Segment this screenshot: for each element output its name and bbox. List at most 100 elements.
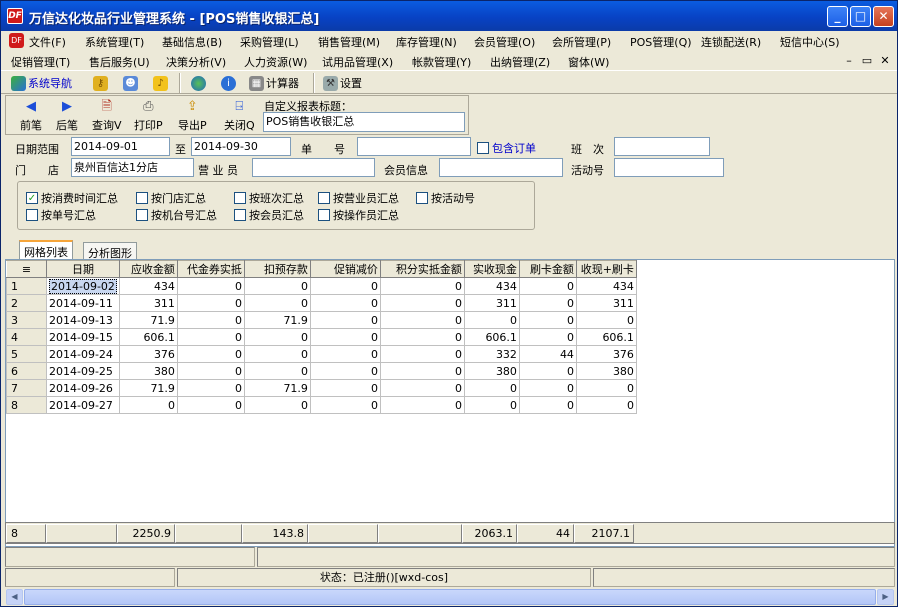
- group-option-checkbox[interactable]: 按机台号汇总: [136, 207, 217, 223]
- query-button[interactable]: 🗎 查询V: [92, 99, 122, 133]
- minimize-button[interactable]: _: [827, 6, 848, 27]
- horizontal-scrollbar[interactable]: ◀ ▶: [5, 588, 895, 605]
- menu-pos[interactable]: POS管理(Q): [630, 34, 692, 50]
- table-row[interactable]: 5 2014-09-24 376 0 0 0 0 332 44 376: [6, 345, 637, 363]
- menu-hr[interactable]: 人力资源(W): [244, 54, 307, 70]
- menu-basic-info[interactable]: 基础信息(B): [162, 34, 222, 50]
- close-window-button[interactable]: ✕: [873, 6, 894, 27]
- next-button[interactable]: ▶ 后笔: [56, 99, 78, 133]
- activity-input[interactable]: [614, 158, 724, 177]
- data-grid[interactable]: ≡ 日期 应收金额 代金券实抵 扣预存款 促销减价 积分实抵金额 实收现金 刷卡金额 收现+刷卡 1…: [5, 259, 895, 547]
- row-number: 6: [6, 362, 47, 380]
- menu-window[interactable]: 窗体(W): [568, 54, 609, 70]
- grid-corner-icon[interactable]: ≡: [6, 260, 47, 278]
- total-cash-card: 2107.1: [574, 524, 634, 543]
- menu-file[interactable]: 文件(F): [29, 34, 66, 50]
- prev-button[interactable]: ◀ 前笔: [20, 99, 42, 133]
- mdi-doc-icon[interactable]: DF: [9, 33, 24, 48]
- print-button[interactable]: ⎙ 打印P: [134, 99, 163, 133]
- globe-tool[interactable]: [191, 75, 206, 91]
- table-row[interactable]: 1 2014-09-02 434 0 0 0 0 434 0 434: [6, 277, 637, 295]
- checkbox-box: [318, 209, 330, 221]
- selected-cell[interactable]: 2014-09-02: [49, 278, 117, 294]
- member-input[interactable]: [439, 158, 563, 177]
- menu-sms[interactable]: 短信中心(S): [780, 34, 840, 50]
- table-cell: 311: [118, 294, 178, 312]
- export-button[interactable]: ⇪ 导出P: [178, 99, 207, 133]
- tab-analysis-chart[interactable]: 分析图形: [83, 242, 137, 260]
- title-bar[interactable]: DF 万信达化妆品行业管理系统 - [POS销售收银汇总] _ □ ✕: [1, 1, 897, 31]
- settings-tool[interactable]: ⚒ 设置: [323, 75, 362, 91]
- group-option-checkbox[interactable]: 按营业员汇总: [318, 190, 399, 206]
- table-cell: 0: [309, 379, 381, 397]
- menu-sales[interactable]: 销售管理(M): [318, 34, 380, 50]
- table-row[interactable]: 6 2014-09-25 380 0 0 0 0 380 0 380: [6, 362, 637, 380]
- column-header[interactable]: 积分实抵金额: [379, 260, 465, 278]
- salesperson-input[interactable]: [252, 158, 375, 177]
- column-header[interactable]: 扣预存款: [243, 260, 311, 278]
- menu-purchase[interactable]: 采购管理(L): [240, 34, 299, 50]
- column-header[interactable]: 收现+刷卡: [575, 260, 637, 278]
- date-from-input[interactable]: 2014-09-01: [71, 137, 170, 156]
- scroll-right-icon[interactable]: ▶: [877, 589, 894, 605]
- nav-tool[interactable]: 系统导航: [11, 75, 72, 91]
- group-option-checkbox[interactable]: 按门店汇总: [136, 190, 206, 206]
- menu-cashier[interactable]: 出纳管理(Z): [490, 54, 550, 70]
- menu-after-sales[interactable]: 售后服务(U): [89, 54, 150, 70]
- info-tool[interactable]: i: [221, 75, 236, 91]
- column-header[interactable]: 促销减价: [309, 260, 381, 278]
- group-option-checkbox[interactable]: ✓ 按消费时间汇总: [26, 190, 118, 206]
- menu-inventory[interactable]: 库存管理(N): [396, 34, 457, 50]
- mdi-close-button[interactable]: ✕: [878, 54, 892, 67]
- calculator-tool[interactable]: ▦ 计算器: [249, 75, 299, 91]
- group-option-checkbox[interactable]: 按活动号: [416, 190, 475, 206]
- column-header[interactable]: 应收金额: [118, 260, 178, 278]
- table-row[interactable]: 4 2014-09-15 606.1 0 0 0 0 606.1 0 606.1: [6, 328, 637, 346]
- column-header[interactable]: 实收现金: [463, 260, 520, 278]
- menu-accounts[interactable]: 帐款管理(Y): [412, 54, 471, 70]
- menu-samples[interactable]: 试用品管理(X): [322, 54, 393, 70]
- menu-promotion[interactable]: 促销管理(T): [11, 54, 70, 70]
- store-input[interactable]: 泉州百信达1分店: [71, 158, 194, 177]
- column-header[interactable]: 刷卡金额: [518, 260, 577, 278]
- menu-system[interactable]: 系统管理(T): [85, 34, 144, 50]
- tab-grid-list[interactable]: 网格列表: [19, 240, 73, 260]
- include-order-checkbox[interactable]: 包含订单: [477, 140, 536, 156]
- date-to-input[interactable]: 2014-09-30: [191, 137, 291, 156]
- maximize-button[interactable]: □: [850, 6, 871, 27]
- bill-no-input[interactable]: [357, 137, 471, 156]
- close-form-button[interactable]: ⍈ 关闭Q: [224, 99, 255, 133]
- group-option-checkbox[interactable]: 按会员汇总: [234, 207, 304, 223]
- arrow-left-icon: ◀: [26, 99, 36, 114]
- group-option-checkbox[interactable]: 按操作员汇总: [318, 207, 399, 223]
- table-row[interactable]: 7 2014-09-26 71.9 0 71.9 0 0 0 0 0: [6, 379, 637, 397]
- mdi-restore-button[interactable]: ▭: [860, 54, 874, 67]
- group-option-checkbox[interactable]: 按班次汇总: [234, 190, 304, 206]
- table-row[interactable]: 3 2014-09-13 71.9 0 71.9 0 0 0 0 0: [6, 311, 637, 329]
- total-prepaid: 143.8: [242, 524, 308, 543]
- column-header[interactable]: 代金券实抵: [176, 260, 245, 278]
- scroll-thumb[interactable]: [24, 589, 876, 605]
- menu-chain[interactable]: 连锁配送(R): [701, 34, 761, 50]
- menu-club[interactable]: 会所管理(P): [552, 34, 611, 50]
- document-search-icon: 🗎: [101, 99, 112, 114]
- menu-members[interactable]: 会员管理(O): [474, 34, 535, 50]
- menu-decision[interactable]: 决策分析(V): [166, 54, 226, 70]
- table-cell: 0: [243, 396, 311, 414]
- table-cell: 0: [518, 328, 577, 346]
- users-tool[interactable]: ☻: [123, 75, 138, 91]
- table-row[interactable]: 8 2014-09-27 0 0 0 0 0 0 0 0: [6, 396, 637, 414]
- column-header[interactable]: 日期: [46, 260, 120, 278]
- next-label: 后笔: [56, 119, 78, 132]
- key-tool[interactable]: ⚷: [93, 75, 108, 91]
- group-option-checkbox[interactable]: 按单号汇总: [26, 207, 96, 223]
- checkbox-box: [136, 209, 148, 221]
- group-option-label: 按机台号汇总: [151, 209, 217, 222]
- mdi-minimize-button[interactable]: –: [842, 54, 856, 67]
- table-row[interactable]: 2 2014-09-11 311 0 0 0 0 311 0 311: [6, 294, 637, 312]
- shift-input[interactable]: [614, 137, 710, 156]
- report-title-input[interactable]: POS销售收银汇总: [263, 112, 465, 132]
- bell-tool[interactable]: ♪: [153, 75, 168, 91]
- scroll-left-icon[interactable]: ◀: [6, 589, 23, 605]
- table-cell: 434: [118, 277, 178, 295]
